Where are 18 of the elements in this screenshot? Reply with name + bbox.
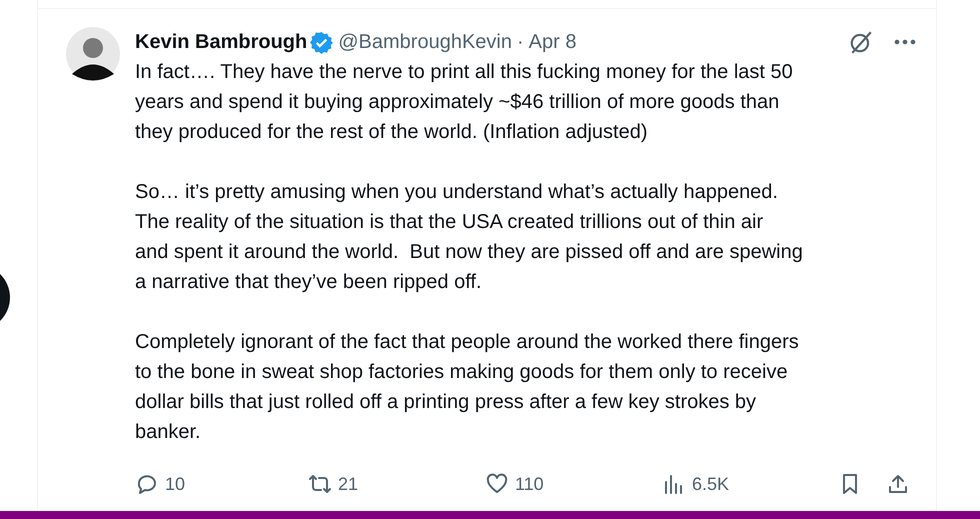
action-count: 10 — [165, 472, 186, 496]
retweet-icon[interactable] — [308, 472, 332, 496]
tweet-date[interactable]: Apr 8 — [528, 27, 576, 57]
tweet-paragraph: So… it’s pretty amusing when you understand what’s actually happened. The reality of the situation is that the USA created trillions out of thin air and spent it around the world. But now they are pissed off and are spewing a narrative that they’ve been ripped off. — [135, 180, 804, 295]
tweet-paragraph: In fact…. They have the nerve to print all this fucking money for the last 50 years and spend it buying approximately ~$46 trillion of more goods than they produced for the rest of the world. (Inflation adjusted) — [135, 60, 794, 145]
action-count: 110 — [515, 472, 544, 496]
author-name[interactable]: Kevin Bambrough — [135, 27, 308, 57]
action-count: 6.5K — [692, 472, 730, 496]
author-handle[interactable]: @BambroughKevin — [338, 27, 512, 57]
more-icon[interactable] — [894, 39, 916, 45]
avatar-silhouette[interactable] — [66, 27, 120, 81]
share-icon[interactable] — [886, 472, 910, 496]
reply-icon[interactable] — [135, 472, 159, 496]
action-count: 21 — [338, 472, 358, 496]
separator: · — [516, 30, 524, 55]
tweet-paragraph: Completely ignorant of the fact that people around the worked there fingers to the bone in sweat shop factories making goods for them only to receive dollar bills that just rolled off a printing press after a few key strokes by banker. — [135, 330, 800, 445]
heart-icon[interactable] — [485, 472, 509, 496]
grok-icon[interactable] — [848, 29, 874, 55]
